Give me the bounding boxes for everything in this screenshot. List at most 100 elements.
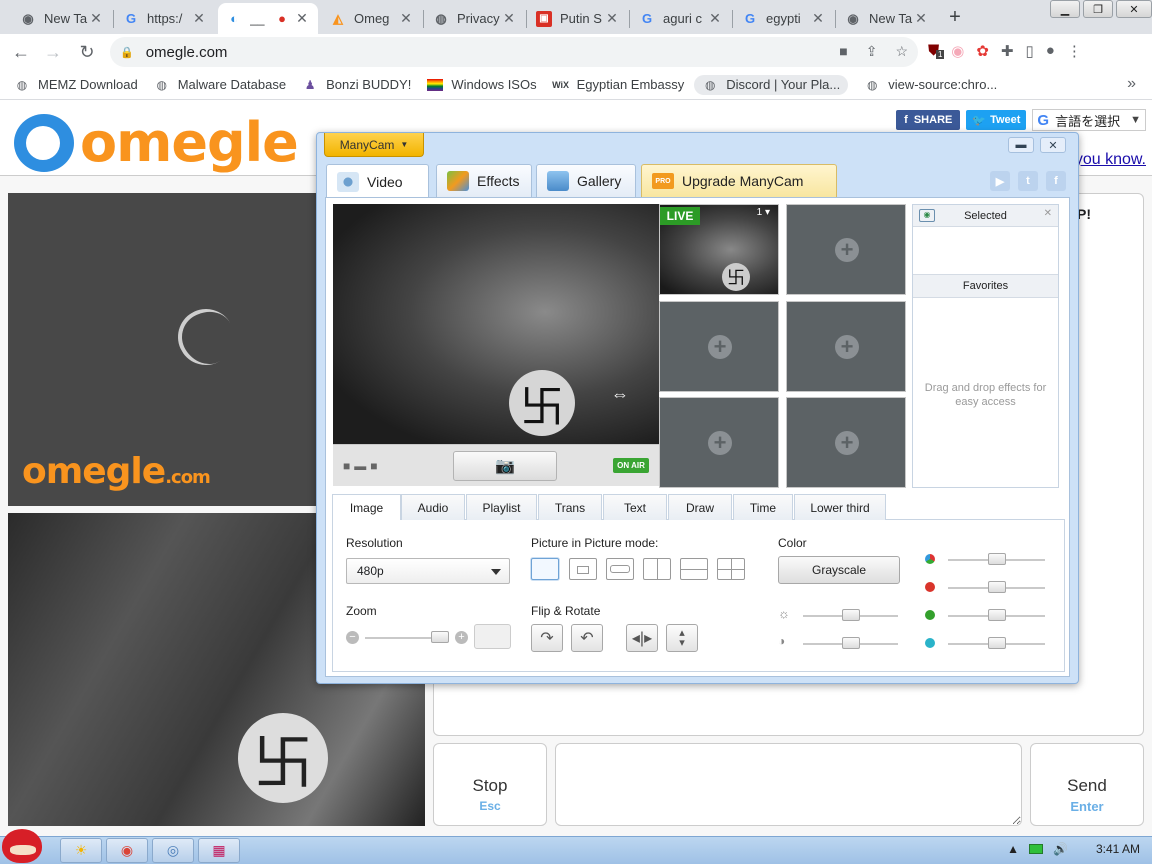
tab-9[interactable]: ◉ New Ta ✕ bbox=[837, 3, 937, 34]
source-slot[interactable]: + bbox=[659, 397, 779, 488]
bookmark-view-source[interactable]: ◍ view-source:chro... bbox=[864, 77, 997, 93]
blue-slider-knob[interactable] bbox=[987, 637, 1006, 649]
ctab-draw[interactable]: Draw bbox=[668, 494, 732, 520]
green-slider-knob[interactable] bbox=[987, 609, 1006, 621]
ublock-icon[interactable]: ⛊ 1 bbox=[928, 42, 945, 60]
ctab-text[interactable]: Text bbox=[603, 494, 667, 520]
close-tab-icon[interactable]: ✕ bbox=[294, 10, 310, 27]
bookmark-memz[interactable]: ◍ MEMZ Download bbox=[14, 77, 138, 93]
source-slot[interactable]: + bbox=[786, 204, 906, 295]
brightness-slider-knob[interactable] bbox=[841, 609, 860, 621]
tab-3-active[interactable]: ◐ __ ● ✕ bbox=[218, 3, 318, 34]
contrast-slider-knob[interactable] bbox=[841, 637, 860, 649]
you-know-link[interactable]: you know. bbox=[1075, 151, 1146, 169]
message-input[interactable] bbox=[555, 743, 1022, 826]
on-air-badge[interactable]: ON AIR bbox=[613, 458, 649, 473]
close-window-button[interactable]: ✕ bbox=[1116, 0, 1152, 18]
snapshot-button[interactable]: 📷 bbox=[453, 451, 557, 481]
camera-icon[interactable]: ■ bbox=[839, 43, 847, 60]
taskbar-app-manycam[interactable]: ◎ bbox=[152, 838, 194, 863]
more-bookmarks-icon[interactable]: » bbox=[1127, 75, 1136, 93]
pip-vertical-split-button[interactable] bbox=[643, 558, 671, 580]
youtube-icon[interactable]: ▶ bbox=[990, 171, 1010, 191]
ctab-image[interactable]: Image bbox=[332, 494, 401, 521]
share-icon[interactable]: ⇪ bbox=[866, 43, 878, 60]
tray-expand-icon[interactable]: ▲ bbox=[1007, 842, 1019, 856]
minimize-button[interactable]: ▁ bbox=[1050, 0, 1080, 18]
speaker-icon[interactable]: 🔊 bbox=[1053, 842, 1068, 856]
tab-1[interactable]: ◉ New Ta ✕ bbox=[12, 3, 112, 34]
maximize-button[interactable]: ❐ bbox=[1083, 0, 1113, 18]
source-number[interactable]: 1 ▾ bbox=[757, 207, 770, 218]
flip-horizontal-button[interactable]: ◂|▸ bbox=[626, 624, 658, 652]
stop-button[interactable]: Stop Esc bbox=[433, 743, 547, 826]
tab-2[interactable]: G https:/ ✕ bbox=[115, 3, 215, 34]
side-panel-icon[interactable]: ▯ bbox=[1026, 42, 1034, 60]
zoom-preview-box[interactable] bbox=[474, 624, 511, 649]
battery-icon[interactable] bbox=[1029, 844, 1044, 854]
menu-icon[interactable]: ⋮ bbox=[1067, 42, 1082, 60]
ctab-playlist[interactable]: Playlist bbox=[466, 494, 537, 520]
source-slot-live[interactable]: LIVE 1 ▾ 卐 bbox=[659, 204, 779, 295]
close-tab-icon[interactable]: ✕ bbox=[604, 10, 620, 27]
tweet-button[interactable]: 🐦 Tweet bbox=[966, 110, 1027, 130]
ctab-trans[interactable]: Trans bbox=[538, 494, 602, 520]
tab-5[interactable]: ◍ Privacy ✕ bbox=[425, 3, 525, 34]
tab-effects[interactable]: Effects bbox=[436, 164, 532, 197]
flip-vertical-button[interactable]: ▴ ▾ bbox=[666, 624, 698, 652]
close-tab-icon[interactable]: ✕ bbox=[88, 10, 104, 27]
eye-icon[interactable]: ◉ bbox=[919, 209, 935, 222]
pip-small-button[interactable] bbox=[569, 558, 597, 580]
tab-gallery[interactable]: Gallery bbox=[536, 164, 636, 197]
pip-horizontal-split-button[interactable] bbox=[680, 558, 708, 580]
rotate-right-button[interactable]: ↷ bbox=[531, 624, 563, 652]
tab-upgrade[interactable]: PRO Upgrade ManyCam bbox=[641, 164, 837, 197]
ctab-audio[interactable]: Audio bbox=[401, 494, 465, 520]
puzzle-icon[interactable]: ✚ bbox=[1001, 42, 1014, 60]
manycam-minimize-button[interactable]: ▬ bbox=[1008, 137, 1034, 153]
taskbar-app-colorful[interactable]: ▦ bbox=[198, 838, 240, 863]
taskbar-app-chrome[interactable]: ◉ bbox=[106, 838, 148, 863]
tab-4[interactable]: ◭ Omeg ✕ bbox=[322, 3, 422, 34]
pip-side-by-side-button[interactable] bbox=[606, 558, 634, 580]
new-tab-button[interactable]: + bbox=[944, 6, 966, 29]
tab-7[interactable]: G aguri c ✕ bbox=[631, 3, 731, 34]
rotate-left-button[interactable]: ↶ bbox=[571, 624, 603, 652]
trans-flag-icon[interactable]: ◉ bbox=[951, 42, 964, 60]
twitter-icon[interactable]: t bbox=[1018, 171, 1038, 191]
zoom-in-icon[interactable]: + bbox=[455, 631, 468, 644]
camera-switch-icon[interactable]: ■▬■ bbox=[343, 459, 382, 473]
tab-6[interactable]: ▣ Putin S ✕ bbox=[528, 3, 628, 34]
close-tab-icon[interactable]: ✕ bbox=[913, 10, 929, 27]
forward-button[interactable]: → bbox=[42, 41, 64, 63]
facebook-share-button[interactable]: f SHARE bbox=[896, 110, 961, 130]
source-slot[interactable]: + bbox=[659, 301, 779, 392]
source-slot[interactable]: + bbox=[786, 397, 906, 488]
bookmark-egyptian-embassy[interactable]: WiX Egyptian Embassy bbox=[552, 77, 684, 93]
bookmark-bonzi[interactable]: ♟ Bonzi BUDDY! bbox=[302, 77, 412, 93]
close-tab-icon[interactable]: ✕ bbox=[191, 10, 207, 27]
omegle-logo[interactable]: omegle bbox=[14, 111, 299, 174]
start-button[interactable] bbox=[2, 829, 48, 864]
back-button[interactable]: ← bbox=[10, 41, 32, 63]
close-tab-icon[interactable]: ✕ bbox=[810, 10, 826, 27]
bookmark-windows-isos[interactable]: Windows ISOs bbox=[427, 77, 537, 92]
main-preview[interactable]: 卐 ⇔ bbox=[333, 204, 659, 444]
ctab-lower-third[interactable]: Lower third bbox=[794, 494, 886, 520]
manycam-menu-button[interactable]: ManyCam ▼ bbox=[324, 133, 424, 157]
profile-icon[interactable]: ● bbox=[1046, 42, 1055, 60]
manycam-close-button[interactable]: ✕ bbox=[1040, 137, 1066, 153]
clock[interactable]: 3:41 AM bbox=[1096, 842, 1140, 856]
zoom-out-icon[interactable]: − bbox=[346, 631, 359, 644]
bookmark-malware-database[interactable]: ◍ Malware Database bbox=[154, 77, 286, 93]
google-translate-select[interactable]: G 言語を選択 ▼ bbox=[1032, 109, 1146, 131]
address-bar[interactable]: 🔒 omegle.com ■ ⇪ ☆ bbox=[110, 37, 918, 67]
pip-off-button[interactable] bbox=[531, 558, 559, 580]
zoom-slider-knob[interactable] bbox=[431, 631, 450, 643]
colorful-extension-icon[interactable]: ✿ bbox=[976, 42, 989, 60]
tab-8[interactable]: G egypti ✕ bbox=[734, 3, 834, 34]
source-slot[interactable]: + bbox=[786, 301, 906, 392]
pip-quad-button[interactable] bbox=[717, 558, 745, 580]
ctab-time[interactable]: Time bbox=[733, 494, 793, 520]
close-icon[interactable]: ✕ bbox=[1044, 208, 1052, 219]
